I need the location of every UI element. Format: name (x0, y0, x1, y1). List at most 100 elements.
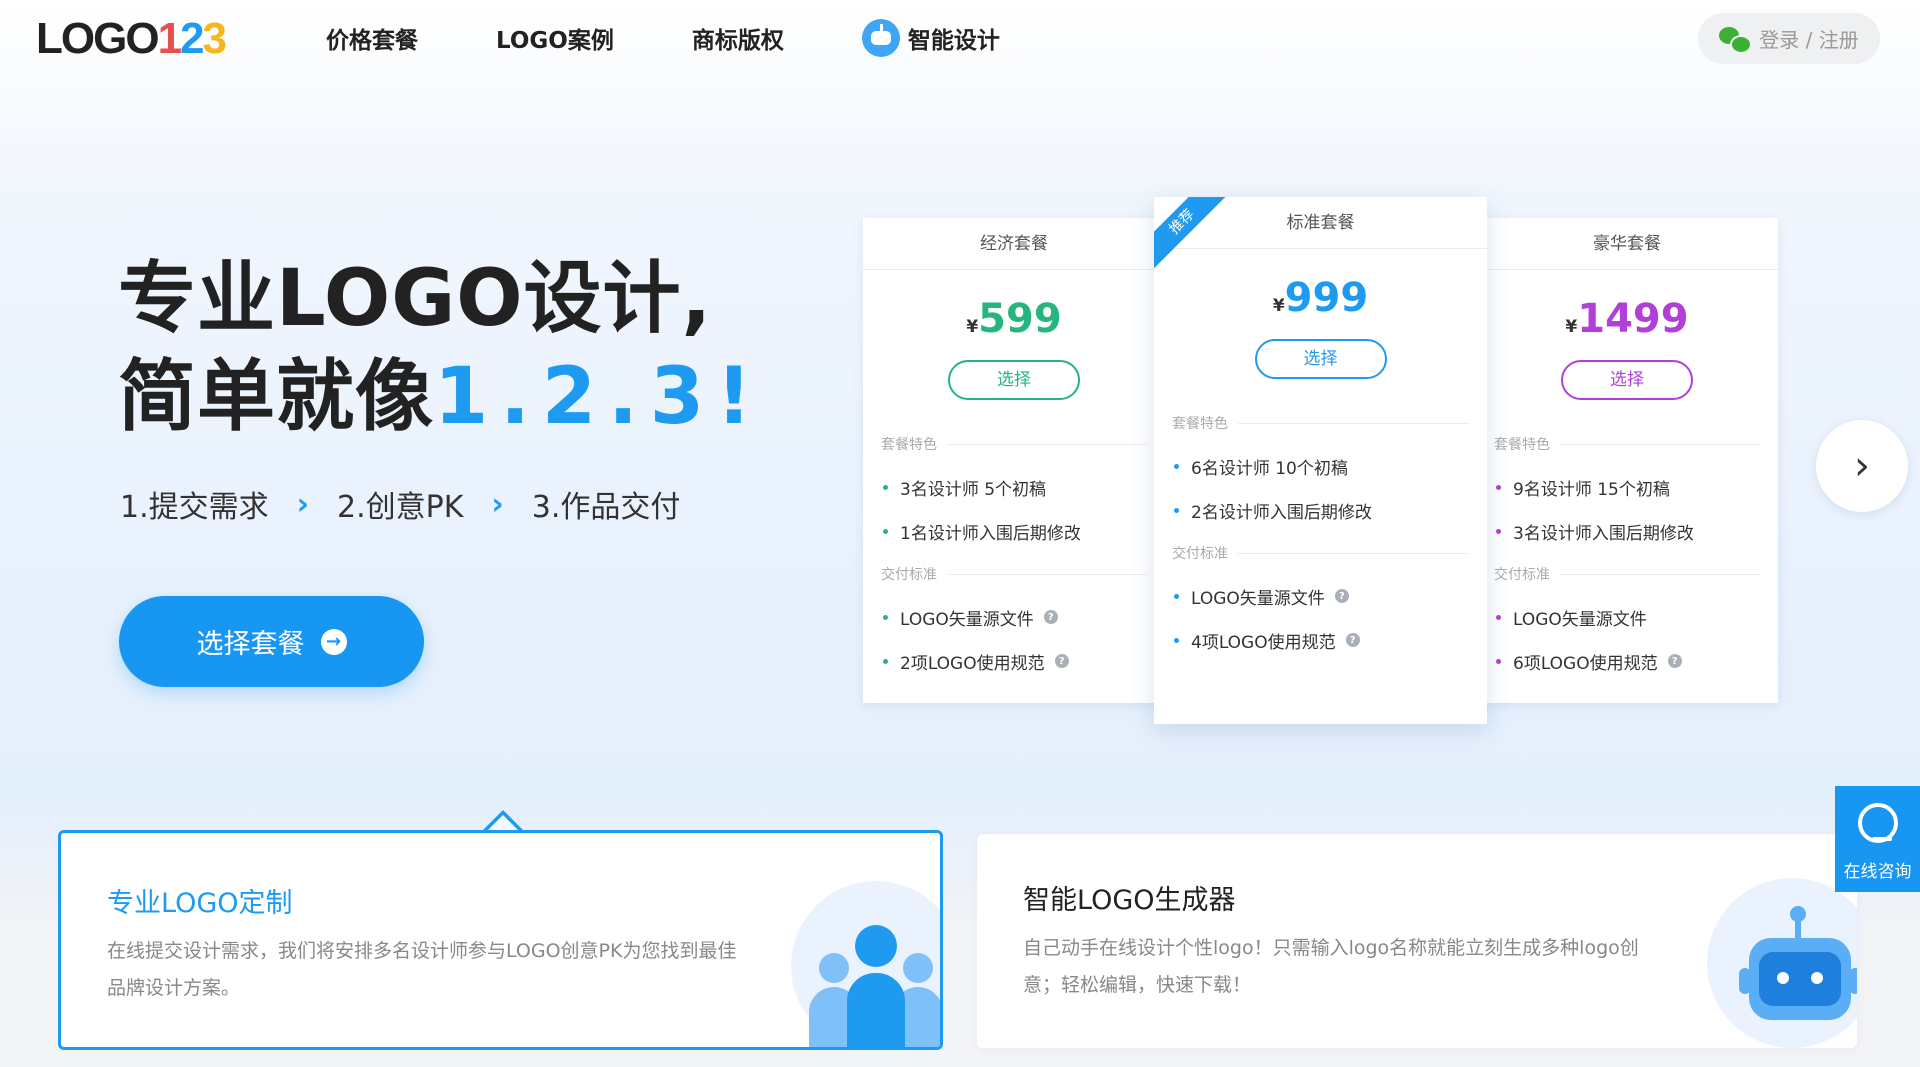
bullet-icon (883, 528, 888, 534)
help-icon[interactable]: ? (1667, 654, 1682, 668)
feature-item: 3名设计师 5个初稿 (883, 476, 1145, 500)
help-icon[interactable]: ? (1334, 589, 1349, 603)
chevron-right-icon: › (1854, 443, 1870, 489)
delivery-heading: 交付标准 (1494, 564, 1760, 584)
features-heading: 套餐特色 (1172, 413, 1469, 433)
feature-text: 2名设计师入围后期修改 (1191, 502, 1372, 523)
wechat-icon (1719, 26, 1753, 54)
help-icon[interactable]: ? (1043, 610, 1058, 624)
logo-digit-2: 2 (180, 14, 205, 63)
nav-label: 智能设计 (907, 28, 1000, 54)
person-body (847, 973, 905, 1047)
currency-symbol: ¥ (966, 317, 979, 337)
feature-item: 2名设计师入围后期修改 (1174, 499, 1467, 523)
price-value: 599 (978, 296, 1062, 342)
robot-eye (1811, 972, 1823, 984)
service-card-smart-generator[interactable]: 智能LOGO生成器 自己动手在线设计个性logo！只需输入logo名称就能立刻生… (977, 834, 1857, 1048)
select-plan-button[interactable]: 选择 (1561, 360, 1693, 400)
feature-text: 3名设计师入围后期修改 (1513, 523, 1694, 544)
delivery-text: LOGO矢量源文件 (1191, 588, 1325, 609)
logo-digit-3: 3 (202, 14, 228, 63)
person-head (903, 953, 933, 983)
delivery-text: LOGO矢量源文件 (1513, 609, 1647, 630)
delivery-text: 6项LOGO使用规范 (1513, 653, 1658, 674)
nav-item-trademark[interactable]: 商标版权 (692, 21, 784, 55)
features-heading: 套餐特色 (881, 434, 1147, 454)
service-title: 智能LOGO生成器 (1023, 885, 1236, 916)
bullet-icon (1496, 528, 1501, 534)
robot-icon (1707, 878, 1857, 1048)
delivery-text: 4项LOGO使用规范 (1191, 632, 1336, 653)
service-card-custom-logo[interactable]: 专业LOGO定制 在线提交设计需求，我们将安排多名设计师参与LOGO创意PK为您… (58, 830, 943, 1050)
service-title: 专业LOGO定制 (107, 888, 293, 919)
online-consult-button[interactable]: 在线咨询 (1835, 786, 1920, 892)
choose-plan-button[interactable]: 选择套餐 → (119, 596, 424, 687)
delivery-item: 6项LOGO使用规范? (1496, 650, 1758, 674)
step-pk: 2.创意PK (337, 490, 464, 525)
price-value: 999 (1284, 275, 1369, 321)
bullet-icon (1496, 614, 1501, 620)
person-head (819, 953, 849, 983)
delivery-text: LOGO矢量源文件 (900, 609, 1034, 630)
site-logo[interactable]: LOGO 1 2 3 (36, 14, 228, 64)
feature-text: 6名设计师 10个初稿 (1191, 458, 1348, 479)
plan-price: ¥999 (1154, 275, 1487, 325)
hero-title-line2: 简单就像1.2.3! (118, 348, 764, 446)
hero-title-prefix: 简单就像 (118, 352, 435, 442)
feature-item: 6名设计师 10个初稿 (1174, 455, 1467, 479)
plan-card-deluxe: 豪华套餐 ¥1499 选择 套餐特色 9名设计师 15个初稿 3名设计师入围后期… (1476, 218, 1778, 703)
headset-icon (1857, 803, 1898, 843)
plan-card-standard: 推荐 标准套餐 ¥999 选择 套餐特色 6名设计师 10个初稿 2名设计师入围… (1154, 197, 1487, 724)
carousel-next-button[interactable]: › (1816, 420, 1908, 512)
hero-title-accent: 1.2.3! (434, 352, 764, 442)
nav-item-pricing[interactable]: 价格套餐 (326, 21, 418, 55)
nav-item-smart-design[interactable]: 智能设计 (861, 19, 1000, 57)
bullet-icon (883, 484, 888, 490)
features-heading: 套餐特色 (1494, 434, 1760, 454)
site-header: LOGO 1 2 3 价格套餐 LOGO案例 商标版权 智能设计 登录 / 注册 (0, 0, 1920, 78)
step-deliver: 3.作品交付 (531, 490, 681, 525)
bullet-icon (1174, 463, 1179, 469)
delivery-heading: 交付标准 (1172, 543, 1469, 563)
help-icon[interactable]: ? (1345, 633, 1360, 647)
price-value: 1499 (1577, 296, 1689, 342)
select-plan-button[interactable]: 选择 (948, 360, 1080, 400)
cta-label: 选择套餐 (196, 629, 305, 660)
feature-text: 1名设计师入围后期修改 (900, 523, 1081, 544)
delivery-item: 2项LOGO使用规范? (883, 650, 1145, 674)
service-description: 在线提交设计需求，我们将安排多名设计师参与LOGO创意PK为您找到最佳品牌设计方… (107, 940, 737, 999)
nav-label: 价格套餐 (326, 28, 418, 54)
select-plan-button[interactable]: 选择 (1254, 339, 1387, 379)
login-register-button[interactable]: 登录 / 注册 (1698, 13, 1880, 64)
step-submit: 1.提交需求 (120, 490, 269, 525)
feature-text: 3名设计师 5个初稿 (900, 479, 1047, 500)
bullet-icon (1174, 637, 1179, 643)
robot-antenna (1795, 914, 1801, 938)
designers-icon (791, 881, 940, 1047)
plan-name: 豪华套餐 (1476, 218, 1778, 270)
chevron-right-icon: › (491, 486, 504, 522)
feature-item: 1名设计师入围后期修改 (883, 520, 1145, 544)
delivery-item: LOGO矢量源文件? (883, 606, 1145, 630)
delivery-item: 4项LOGO使用规范? (1174, 629, 1467, 653)
arrow-right-circle-icon: → (320, 628, 347, 655)
bullet-icon (1174, 593, 1179, 599)
delivery-item: LOGO矢量源文件 (1496, 606, 1758, 630)
currency-symbol: ¥ (1272, 296, 1285, 316)
help-icon[interactable]: ? (1054, 654, 1069, 668)
bullet-icon (1496, 484, 1501, 490)
currency-symbol: ¥ (1565, 317, 1578, 337)
feature-text: 9名设计师 15个初稿 (1513, 479, 1670, 500)
nav-item-cases[interactable]: LOGO案例 (496, 21, 614, 55)
robot-icon (861, 19, 900, 57)
bullet-icon (1174, 507, 1179, 513)
delivery-text: 2项LOGO使用规范 (900, 653, 1045, 674)
plan-price: ¥599 (863, 296, 1165, 346)
bullet-icon (883, 614, 888, 620)
login-label: 登录 / 注册 (1759, 28, 1859, 52)
feature-item: 9名设计师 15个初稿 (1496, 476, 1758, 500)
hero-title: 专业LOGO设计, 简单就像1.2.3! (118, 250, 764, 446)
bullet-icon (1496, 658, 1501, 664)
plan-card-economy: 经济套餐 ¥599 选择 套餐特色 3名设计师 5个初稿 1名设计师入围后期修改… (863, 218, 1165, 703)
delivery-item: LOGO矢量源文件? (1174, 585, 1467, 609)
